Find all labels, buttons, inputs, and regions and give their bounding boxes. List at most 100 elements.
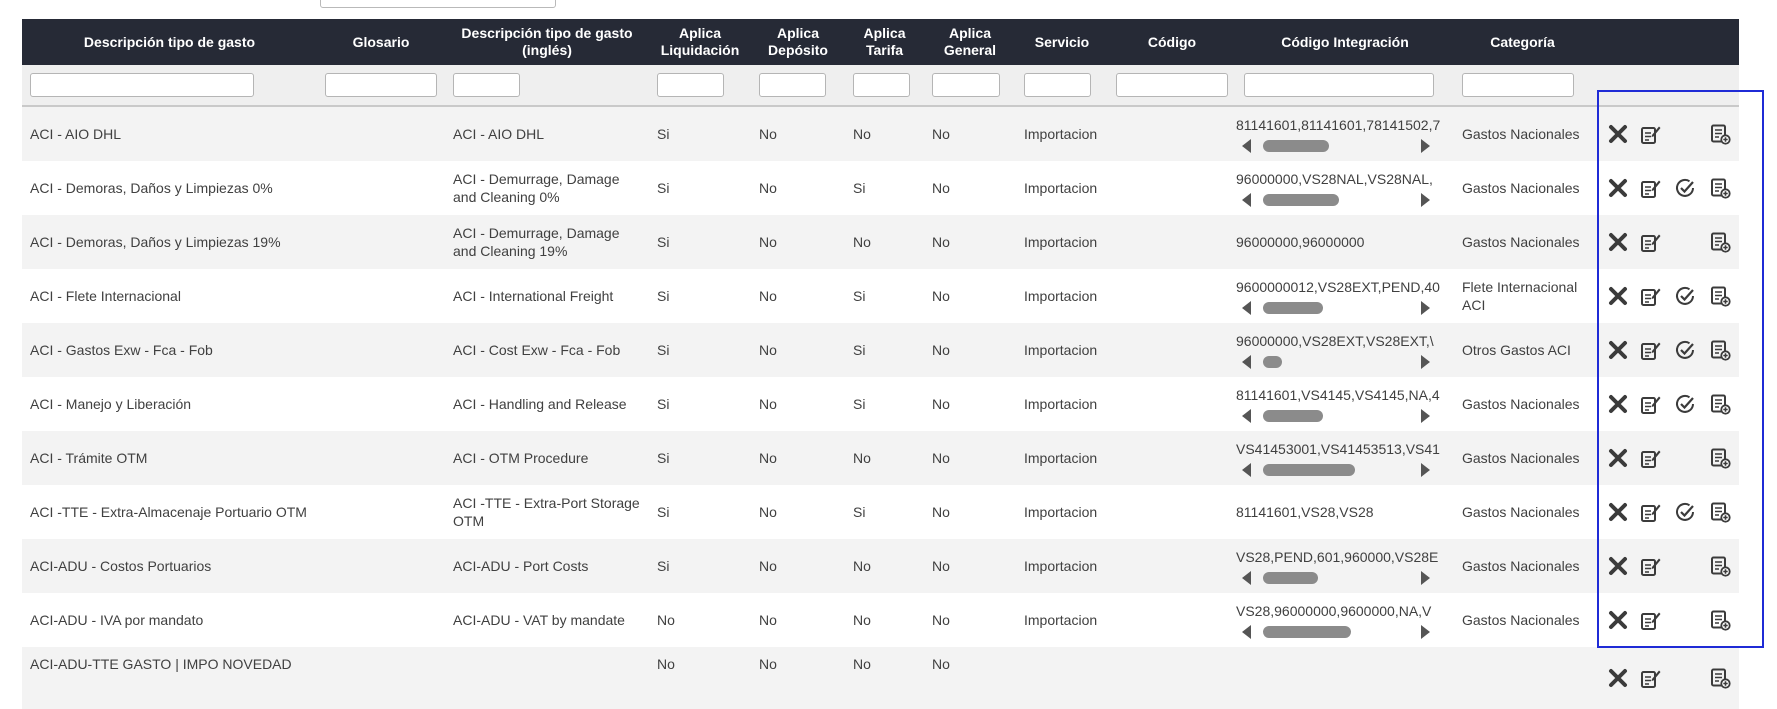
detail-button[interactable] [1709,667,1731,689]
approve-button[interactable] [1674,339,1696,361]
horizontal-scrollbar[interactable] [1236,191,1440,207]
scroll-left-arrow-icon[interactable] [1242,408,1251,423]
filter-aplica-general-input[interactable] [932,73,1000,97]
scrollbar-thumb[interactable] [1263,463,1355,476]
filter-descripcion-input[interactable] [30,73,254,97]
scrollbar-thumb[interactable] [1263,355,1282,368]
scroll-right-arrow-icon[interactable] [1421,408,1430,423]
table-row[interactable]: ACI - Manejo y Liberación ACI - Handling … [22,377,1739,431]
delete-button[interactable] [1607,447,1629,469]
horizontal-scrollbar[interactable] [1236,299,1440,315]
table-row[interactable]: ACI-ADU-TTE GASTO | IMPO NOVEDAD No No No No [22,647,1739,709]
edit-button[interactable] [1639,177,1661,199]
edit-button[interactable] [1639,555,1661,577]
horizontal-scrollbar[interactable] [1236,623,1440,639]
filter-codigo-input[interactable] [1116,73,1228,97]
scroll-right-arrow-icon[interactable] [1421,570,1430,585]
filter-glosario-input[interactable] [325,73,437,97]
filter-aplica-deposito-input[interactable] [759,73,826,97]
delete-button[interactable] [1607,393,1629,415]
table-row[interactable]: ACI-ADU - IVA por mandato ACI-ADU - VAT b… [22,593,1739,647]
edit-button[interactable] [1639,231,1661,253]
delete-button[interactable] [1607,609,1629,631]
col-header-glosario[interactable]: Glosario [317,19,445,65]
detail-button[interactable] [1709,231,1731,253]
detail-button[interactable] [1709,339,1731,361]
delete-button[interactable] [1607,177,1629,199]
edit-button[interactable] [1639,339,1661,361]
table-row[interactable]: ACI - Demoras, Daños y Limpiezas 19% ACI … [22,215,1739,269]
edit-button[interactable] [1639,667,1661,689]
col-header-codigo[interactable]: Código [1108,19,1236,65]
edit-button[interactable] [1639,501,1661,523]
scroll-right-arrow-icon[interactable] [1421,624,1430,639]
scrollbar-thumb[interactable] [1263,301,1323,314]
scroll-right-arrow-icon[interactable] [1421,354,1430,369]
table-row[interactable]: ACI - Flete Internacional ACI - Internati… [22,269,1739,323]
col-header-servicio[interactable]: Servicio [1016,19,1108,65]
detail-button[interactable] [1709,177,1731,199]
detail-button[interactable] [1709,123,1731,145]
col-header-categoria[interactable]: Categoría [1454,19,1591,65]
scroll-left-arrow-icon[interactable] [1242,138,1251,153]
col-header-aplica-general[interactable]: Aplica General [924,19,1016,65]
scroll-left-arrow-icon[interactable] [1242,300,1251,315]
table-row[interactable]: ACI - AIO DHL ACI - AIO DHL Si No No No Import… [22,106,1739,161]
edit-button[interactable] [1639,609,1661,631]
horizontal-scrollbar[interactable] [1236,353,1440,369]
col-header-descripcion[interactable]: Descripción tipo de gasto [22,19,317,65]
scroll-left-arrow-icon[interactable] [1242,624,1251,639]
filter-servicio-input[interactable] [1024,73,1091,97]
top-search-input[interactable] [320,0,556,8]
delete-button[interactable] [1607,501,1629,523]
detail-button[interactable] [1709,447,1731,469]
table-row[interactable]: ACI - Trámite OTM ACI - OTM Procedure Si No… [22,431,1739,485]
scroll-left-arrow-icon[interactable] [1242,354,1251,369]
scroll-left-arrow-icon[interactable] [1242,570,1251,585]
scrollbar-thumb[interactable] [1263,571,1318,584]
col-header-descripcion-en[interactable]: Descripción tipo de gasto (inglés) [445,19,649,65]
delete-button[interactable] [1607,231,1629,253]
delete-button[interactable] [1607,667,1629,689]
approve-button[interactable] [1674,285,1696,307]
edit-button[interactable] [1639,123,1661,145]
col-header-aplica-liquidacion[interactable]: Aplica Liquidación [649,19,751,65]
filter-aplica-liquidacion-input[interactable] [657,73,724,97]
scrollbar-thumb[interactable] [1263,409,1323,422]
table-row[interactable]: ACI - Gastos Exw - Fca - Fob ACI - Cost E… [22,323,1739,377]
horizontal-scrollbar[interactable] [1236,137,1440,153]
horizontal-scrollbar[interactable] [1236,461,1440,477]
scroll-right-arrow-icon[interactable] [1421,192,1430,207]
scrollbar-thumb[interactable] [1263,625,1351,638]
horizontal-scrollbar[interactable] [1236,407,1440,423]
filter-categoria-input[interactable] [1462,73,1574,97]
delete-button[interactable] [1607,555,1629,577]
delete-button[interactable] [1607,339,1629,361]
col-header-aplica-tarifa[interactable]: Aplica Tarifa [845,19,924,65]
col-header-aplica-deposito[interactable]: Aplica Depósito [751,19,845,65]
scroll-right-arrow-icon[interactable] [1421,462,1430,477]
scroll-left-arrow-icon[interactable] [1242,192,1251,207]
table-row[interactable]: ACI - Demoras, Daños y Limpiezas 0% ACI -… [22,161,1739,215]
approve-button[interactable] [1674,501,1696,523]
scroll-left-arrow-icon[interactable] [1242,462,1251,477]
scroll-right-arrow-icon[interactable] [1421,138,1430,153]
approve-button[interactable] [1674,177,1696,199]
scrollbar-thumb[interactable] [1263,139,1329,152]
edit-button[interactable] [1639,447,1661,469]
table-row[interactable]: ACI -TTE - Extra-Almacenaje Portuario OT… [22,485,1739,539]
detail-button[interactable] [1709,555,1731,577]
filter-aplica-tarifa-input[interactable] [853,73,910,97]
col-header-codigo-integracion[interactable]: Código Integración [1236,19,1454,65]
scrollbar-thumb[interactable] [1263,193,1339,206]
horizontal-scrollbar[interactable] [1236,569,1440,585]
detail-button[interactable] [1709,501,1731,523]
approve-button[interactable] [1674,393,1696,415]
detail-button[interactable] [1709,393,1731,415]
table-row[interactable]: ACI-ADU - Costos Portuarios ACI-ADU - Por… [22,539,1739,593]
delete-button[interactable] [1607,285,1629,307]
filter-descripcion-en-input[interactable] [453,73,520,97]
scroll-right-arrow-icon[interactable] [1421,300,1430,315]
edit-button[interactable] [1639,285,1661,307]
filter-codigo-integracion-input[interactable] [1244,73,1434,97]
